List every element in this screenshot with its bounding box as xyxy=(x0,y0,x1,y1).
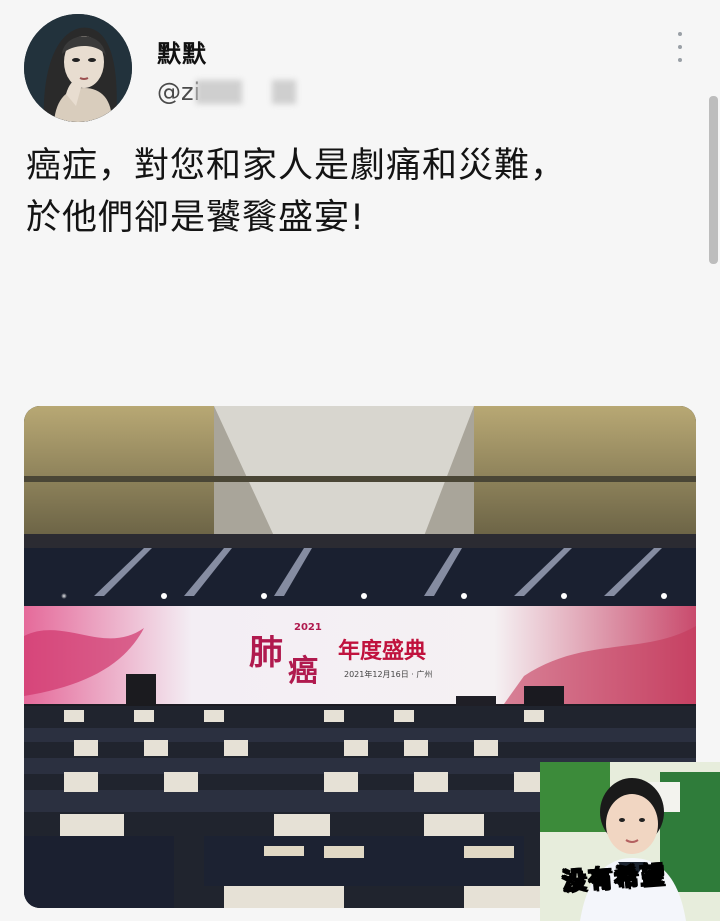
screen-year: 2021 xyxy=(294,622,322,633)
handle-redaction xyxy=(196,80,242,104)
scrollbar[interactable] xyxy=(709,96,718,264)
post-card: 默默 @zi 癌症，對您和家人是劇痛和災難， 於他們卻是饕餮盛宴! 肺 癌 20… xyxy=(0,0,720,921)
more-vertical-icon[interactable] xyxy=(672,32,688,62)
screen-event: 年度盛典 xyxy=(338,638,426,664)
post-text-line: 癌症，對您和家人是劇痛和災難， xyxy=(26,146,567,186)
display-name[interactable]: 默默 xyxy=(157,34,207,69)
avatar[interactable] xyxy=(24,14,132,122)
post-text: 癌症，對您和家人是劇痛和災難， 於他們卻是饕餮盛宴! xyxy=(26,140,686,244)
handle-redaction xyxy=(272,80,296,104)
screen-char: 肺 xyxy=(249,633,283,673)
screen-date: 2021年12月16日 · 广州 xyxy=(344,669,432,679)
screen-char: 癌 xyxy=(288,654,318,689)
sticker-caption: 没有希望 xyxy=(561,860,668,896)
post-text-line: 於他們卻是饕餮盛宴! xyxy=(26,198,366,238)
user-handle[interactable]: @zi xyxy=(157,78,200,106)
meme-sticker: 没有希望 xyxy=(540,762,720,921)
